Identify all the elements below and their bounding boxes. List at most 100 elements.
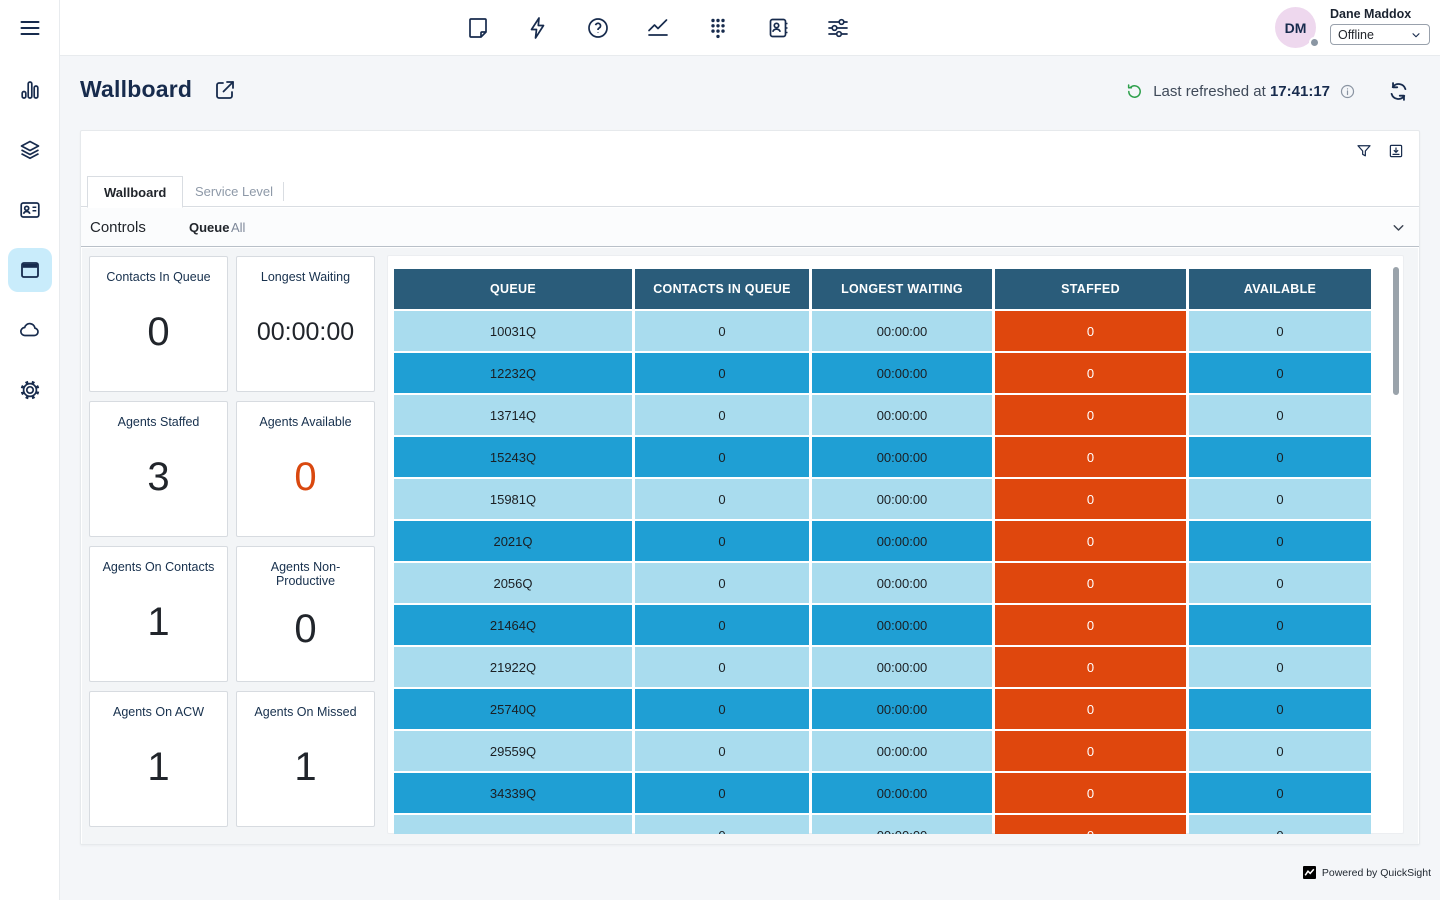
- cell-staffed: 0: [995, 605, 1186, 645]
- export-icon[interactable]: [1387, 142, 1405, 160]
- kpi-agents-non-productive: Agents Non-Productive 0: [236, 546, 375, 682]
- cell-longest-waiting: 00:00:00: [812, 605, 992, 645]
- cell-longest-waiting: 00:00:00: [812, 311, 992, 351]
- kpi-value: 00:00:00: [257, 284, 354, 391]
- table-row[interactable]: 10031Q 0 00:00:00 0 0: [394, 311, 1374, 351]
- info-icon[interactable]: [1339, 83, 1356, 100]
- cell-longest-waiting: 00:00:00: [812, 647, 992, 687]
- cloud-icon: [18, 318, 42, 342]
- table-row[interactable]: 21922Q 0 00:00:00 0 0: [394, 647, 1374, 687]
- tab-service-level[interactable]: Service Level: [179, 176, 289, 207]
- queue-filter-label[interactable]: Queue: [189, 220, 229, 235]
- powered-by-text: Powered by QuickSight: [1322, 867, 1431, 879]
- cell-longest-waiting: 00:00:00: [812, 353, 992, 393]
- cell-longest-waiting: 00:00:00: [812, 395, 992, 435]
- cell-available: 0: [1189, 647, 1371, 687]
- cell-contacts-in-queue: 0: [635, 437, 809, 477]
- cell-staffed: 0: [995, 353, 1186, 393]
- kpi-label: Agents On Contacts: [97, 560, 221, 574]
- cell-queue: 34339Q: [394, 773, 632, 813]
- filter-icon[interactable]: [1355, 142, 1373, 160]
- kpi-agents-on-missed: Agents On Missed 1: [236, 691, 375, 827]
- cell-contacts-in-queue: 0: [635, 563, 809, 603]
- table-row[interactable]: 34339Q 0 00:00:00 0 0: [394, 773, 1374, 813]
- kpi-label: Longest Waiting: [255, 270, 356, 284]
- user-area: DM Dane Maddox Offline: [1275, 7, 1430, 48]
- cell-longest-waiting: 00:00:00: [812, 437, 992, 477]
- table-row[interactable]: 15981Q 0 00:00:00 0 0: [394, 479, 1374, 519]
- cell-available: 0: [1189, 311, 1371, 351]
- sidebar-item-cloud[interactable]: [8, 308, 52, 352]
- cell-longest-waiting: 00:00:00: [812, 479, 992, 519]
- kpi-value: 0: [147, 284, 169, 391]
- status-select[interactable]: Offline: [1330, 24, 1430, 45]
- cell-queue: 13714Q: [394, 395, 632, 435]
- kpi-label: Agents Staffed: [112, 415, 206, 429]
- cell-staffed: 0: [995, 395, 1186, 435]
- cell-staffed: 0: [995, 563, 1186, 603]
- kpi-value: 0: [294, 429, 316, 536]
- sidebar-item-contacts[interactable]: [8, 188, 52, 232]
- kpi-agents-staffed: Agents Staffed 3: [89, 401, 228, 537]
- preferences-sliders-icon[interactable]: [826, 16, 850, 40]
- cell-staffed: 0: [995, 731, 1186, 771]
- table-row[interactable]: 21464Q 0 00:00:00 0 0: [394, 605, 1374, 645]
- cell-queue: 2056Q: [394, 563, 632, 603]
- kpi-value: 1: [294, 719, 316, 826]
- cell-queue: 25740Q: [394, 689, 632, 729]
- quick-actions-icon[interactable]: [526, 16, 550, 40]
- column-header-longest-waiting: LONGEST WAITING: [812, 269, 992, 309]
- external-link-icon[interactable]: [213, 78, 237, 102]
- page-title: Wallboard: [80, 76, 192, 103]
- note-icon[interactable]: [466, 16, 490, 40]
- table-scrollbar-thumb[interactable]: [1393, 267, 1399, 395]
- table-row[interactable]: 15243Q 0 00:00:00 0 0: [394, 437, 1374, 477]
- cell-queue: 21464Q: [394, 605, 632, 645]
- tab-divider: [283, 182, 284, 201]
- cell-longest-waiting: 00:00:00: [812, 521, 992, 561]
- controls-collapse-chevron-icon[interactable]: [1390, 219, 1407, 236]
- kpi-label: Agents On ACW: [107, 705, 210, 719]
- help-icon[interactable]: [586, 16, 610, 40]
- avatar-initials: DM: [1285, 20, 1307, 36]
- kpi-label: Agents Available: [253, 415, 357, 429]
- agent-directory-icon[interactable]: [766, 16, 790, 40]
- kpi-value: 3: [147, 429, 169, 536]
- cell-queue: 2021Q: [394, 521, 632, 561]
- dialpad-icon[interactable]: [706, 16, 730, 40]
- refresh-time: 17:41:17: [1270, 83, 1330, 100]
- kpi-label: Agents On Missed: [248, 705, 362, 719]
- cell-contacts-in-queue: 0: [635, 647, 809, 687]
- sidebar-item-wallboard[interactable]: [8, 248, 52, 292]
- cell-staffed: 0: [995, 437, 1186, 477]
- sidebar-item-analytics[interactable]: [8, 68, 52, 112]
- table-row[interactable]: 25740Q 0 00:00:00 0 0: [394, 689, 1374, 729]
- cell-available: 0: [1189, 815, 1371, 834]
- refresh-icon[interactable]: [1387, 80, 1410, 103]
- controls-label: Controls: [90, 219, 146, 236]
- queue-filter-value[interactable]: All: [231, 220, 245, 235]
- hamburger-menu-icon[interactable]: [18, 16, 42, 40]
- table-row[interactable]: 29559Q 0 00:00:00 0 0: [394, 731, 1374, 771]
- avatar[interactable]: DM: [1275, 7, 1316, 48]
- table-row[interactable]: 12232Q 0 00:00:00 0 0: [394, 353, 1374, 393]
- cell-queue: 29559Q: [394, 731, 632, 771]
- cell-available: 0: [1189, 437, 1371, 477]
- table-row[interactable]: 0 00:00:00 0 0: [394, 815, 1374, 834]
- line-chart-icon[interactable]: [646, 16, 670, 40]
- cell-queue: [394, 815, 632, 834]
- table-row[interactable]: 2021Q 0 00:00:00 0 0: [394, 521, 1374, 561]
- queue-table: QUEUE CONTACTS IN QUEUE LONGEST WAITING …: [387, 255, 1404, 834]
- sidebar-item-settings[interactable]: [8, 368, 52, 412]
- cell-queue: 15981Q: [394, 479, 632, 519]
- column-header-contacts-in-queue: CONTACTS IN QUEUE: [635, 269, 809, 309]
- sidebar-item-datasets[interactable]: [8, 128, 52, 172]
- table-row[interactable]: 13714Q 0 00:00:00 0 0: [394, 395, 1374, 435]
- sidebar: [0, 0, 60, 900]
- tab-wallboard[interactable]: Wallboard: [87, 176, 183, 208]
- cell-staffed: 0: [995, 773, 1186, 813]
- cell-contacts-in-queue: 0: [635, 521, 809, 561]
- queue-table-header: QUEUE CONTACTS IN QUEUE LONGEST WAITING …: [394, 269, 1371, 309]
- cell-available: 0: [1189, 773, 1371, 813]
- table-row[interactable]: 2056Q 0 00:00:00 0 0: [394, 563, 1374, 603]
